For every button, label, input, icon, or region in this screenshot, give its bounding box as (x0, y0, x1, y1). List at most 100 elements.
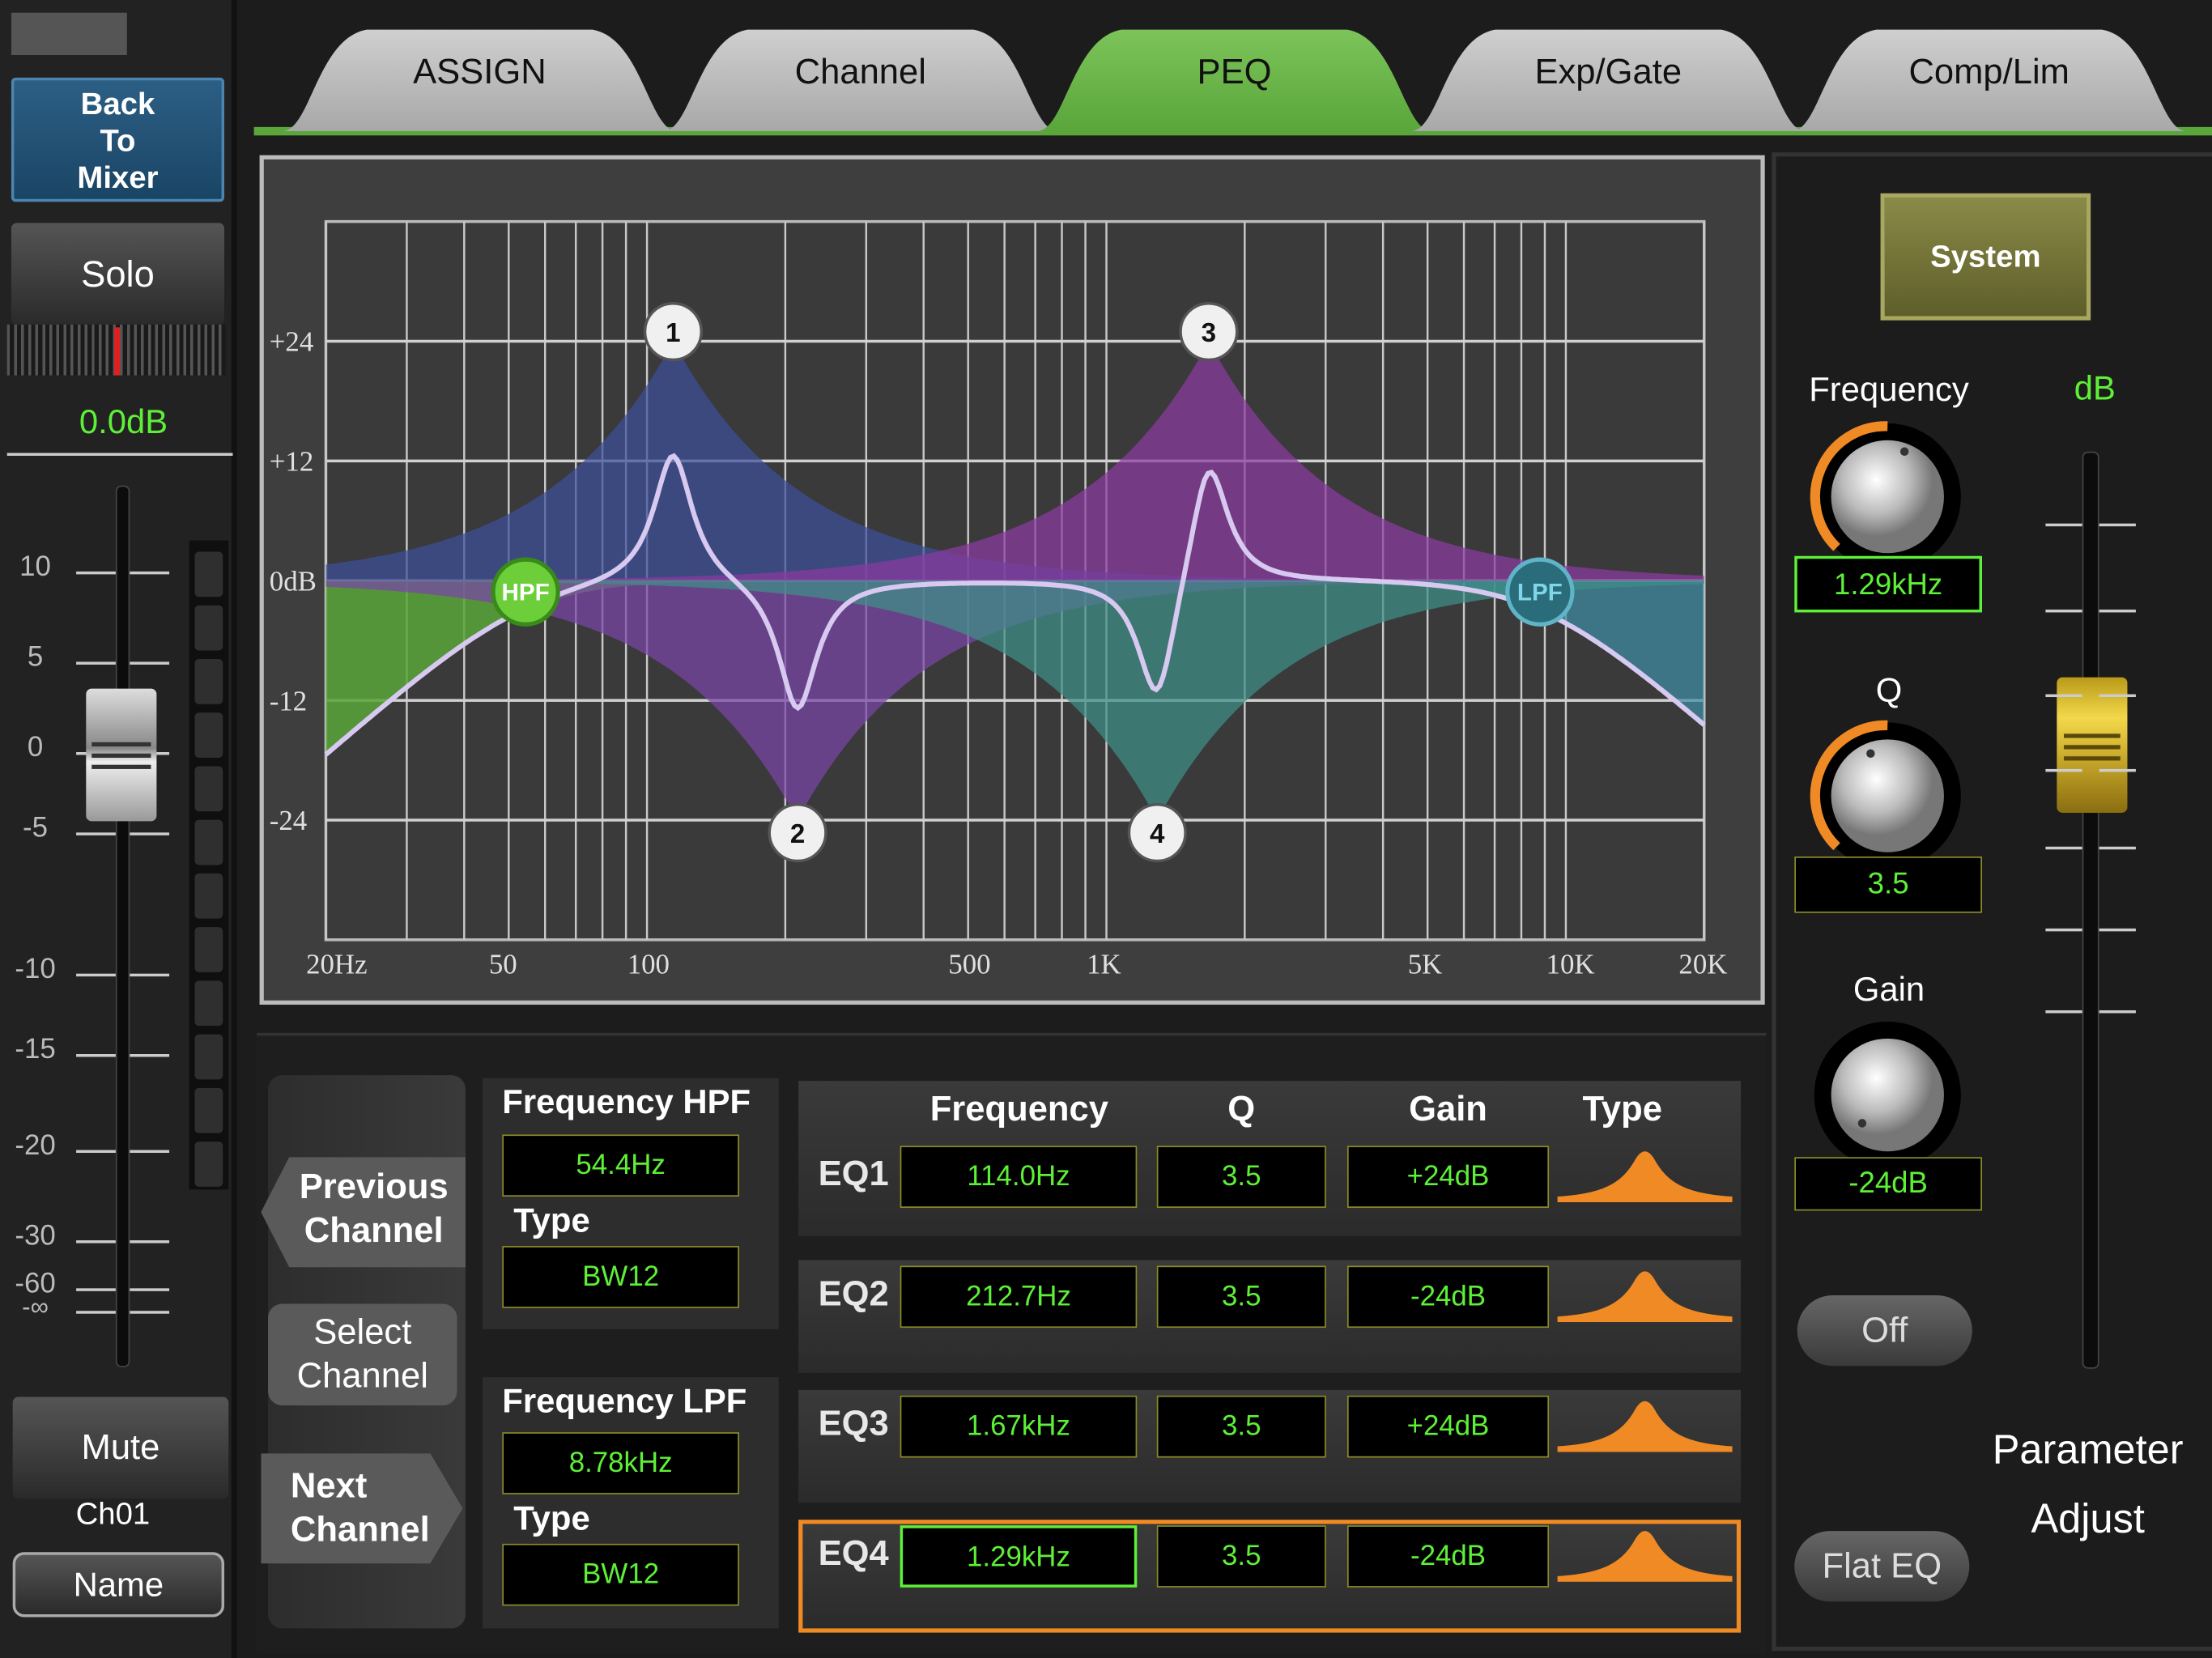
y-axis-label: -24 (270, 805, 307, 836)
hpf-type-label: Type (513, 1202, 590, 1241)
eq-node-label: 3 (1202, 318, 1216, 348)
channel-color-indicator (11, 12, 127, 55)
frequency-knob[interactable] (1809, 418, 1967, 576)
eq-frequency-field[interactable]: 1.29kHz (900, 1525, 1138, 1588)
fader-tick (130, 973, 170, 977)
db-tick (2099, 768, 2136, 772)
db-tick (2099, 1010, 2136, 1014)
flat-eq-button[interactable]: Flat EQ (1794, 1531, 1970, 1602)
eq-gain-field[interactable]: -24dB (1346, 1525, 1550, 1588)
y-axis-label: -12 (270, 685, 307, 716)
eq-q-field[interactable]: 3.5 (1156, 1525, 1326, 1588)
system-button[interactable]: System (1880, 193, 2091, 321)
meter-segment (194, 980, 223, 1027)
meter-segment (194, 1087, 223, 1133)
eq-q-field[interactable]: 3.5 (1156, 1395, 1326, 1458)
lpf-type-field[interactable]: BW12 (502, 1543, 739, 1606)
q-knob-label: Q (1875, 671, 1903, 710)
gain-knob[interactable] (1809, 1016, 1967, 1174)
next-channel-button[interactable]: Next Channel (271, 1465, 430, 1552)
fader-tick (130, 1150, 170, 1154)
eq-gain-field[interactable]: -24dB (1346, 1265, 1550, 1329)
fader-scale-label: -5 (23, 812, 49, 844)
off-button[interactable]: Off (1797, 1295, 1972, 1367)
tab-label: Channel (794, 52, 926, 92)
fader-tick (130, 832, 170, 835)
gain-value-field[interactable]: -24dB (1794, 1157, 1983, 1211)
fader-handle[interactable] (86, 688, 157, 822)
q-knob[interactable] (1809, 716, 1967, 874)
db-tick (2045, 928, 2082, 932)
fader-scale-label: -20 (15, 1130, 56, 1162)
previous-channel-button[interactable]: Previous Channel (282, 1166, 466, 1253)
eq-frequency-field[interactable]: 212.7Hz (900, 1265, 1138, 1329)
gain-knob-label: Gain (1853, 971, 1925, 1010)
pan-indicator (114, 327, 121, 376)
meter-segment (194, 1034, 223, 1080)
lpf-title: Frequency LPF (502, 1383, 747, 1422)
level-readout: 0.0dB (79, 403, 168, 442)
fader-tick (130, 1288, 170, 1291)
db-label: dB (2074, 369, 2116, 408)
tab-label: Exp/Gate (1534, 52, 1682, 92)
fader-tick (76, 1288, 116, 1291)
name-button[interactable]: Name (12, 1552, 225, 1618)
tab-complim[interactable]: Comp/Lim (1791, 24, 2187, 132)
fader-tick (76, 832, 116, 835)
frequency-knob-label: Frequency (1809, 371, 1969, 410)
y-axis-label: +12 (270, 446, 313, 478)
x-axis-label: 100 (627, 949, 670, 980)
fader-tick (76, 1054, 116, 1057)
x-axis-label: 500 (948, 949, 990, 980)
q-value-field[interactable]: 3.5 (1794, 856, 1983, 913)
fader-tick (130, 1311, 170, 1314)
eq-gain-field[interactable]: +24dB (1346, 1146, 1550, 1208)
meter-segment (194, 551, 223, 597)
peak-filter-icon[interactable] (1557, 1396, 1733, 1452)
db-fader-track[interactable] (2082, 451, 2099, 1369)
eq-node-label: 1 (666, 318, 680, 348)
fader-track[interactable] (115, 485, 130, 1367)
pan-meter[interactable] (6, 324, 226, 376)
tab-expgate[interactable]: Exp/Gate (1410, 24, 1806, 132)
eq-frequency-field[interactable]: 114.0Hz (900, 1146, 1138, 1208)
fader-scale-label: -∞ (22, 1292, 49, 1321)
lpf-frequency-field[interactable]: 8.78kHz (502, 1432, 739, 1494)
filter-node-label: HPF (501, 580, 549, 606)
peak-filter-icon[interactable] (1557, 1265, 1733, 1323)
db-fader-handle[interactable] (2057, 677, 2128, 813)
eq-node-label: 4 (1150, 819, 1165, 849)
eq-gain-field[interactable]: +24dB (1346, 1395, 1550, 1458)
x-axis-label: 10K (1546, 949, 1595, 980)
tab-peq[interactable]: PEQ (1036, 24, 1432, 132)
y-axis-label: +24 (270, 326, 313, 358)
eq-frequency-field[interactable]: 1.67kHz (900, 1395, 1138, 1458)
mute-button[interactable]: Mute (12, 1397, 229, 1499)
fader-scale-label: 5 (27, 642, 44, 674)
hpf-type-field[interactable]: BW12 (502, 1246, 739, 1308)
x-axis-label: 1K (1087, 949, 1121, 980)
channel-name-label: Ch01 (75, 1495, 151, 1532)
tab-assign[interactable]: ASSIGN (282, 24, 678, 132)
fader-scale-label: -30 (15, 1220, 56, 1252)
peak-filter-icon[interactable] (1557, 1146, 1733, 1203)
eq-graph[interactable]: +24 +12 0dB -12 -24 20Hz 50 100 500 1K 5K 10K 20K 1 2 3… (264, 159, 1761, 1001)
meter-segment (194, 1141, 223, 1187)
db-tick (2099, 523, 2136, 527)
hpf-frequency-field[interactable]: 54.4Hz (502, 1134, 739, 1197)
peak-filter-icon[interactable] (1557, 1525, 1733, 1582)
frequency-value-field[interactable]: 1.29kHz (1794, 555, 1983, 613)
solo-button[interactable]: Solo (11, 223, 225, 325)
db-tick (2045, 846, 2082, 850)
meter-segment (194, 766, 223, 812)
back-to-mixer-button[interactable]: Back To Mixer (11, 77, 225, 202)
eq-q-field[interactable]: 3.5 (1156, 1146, 1326, 1208)
eq-row-name: EQ3 (818, 1404, 889, 1444)
tab-channel[interactable]: Channel (662, 24, 1058, 132)
fader-scale-label: 10 (19, 551, 51, 583)
back-button-line: Back (80, 86, 155, 121)
header-gain: Gain (1409, 1089, 1487, 1129)
db-tick (2099, 846, 2136, 850)
eq-q-field[interactable]: 3.5 (1156, 1265, 1326, 1329)
fader-tick (76, 1240, 116, 1244)
